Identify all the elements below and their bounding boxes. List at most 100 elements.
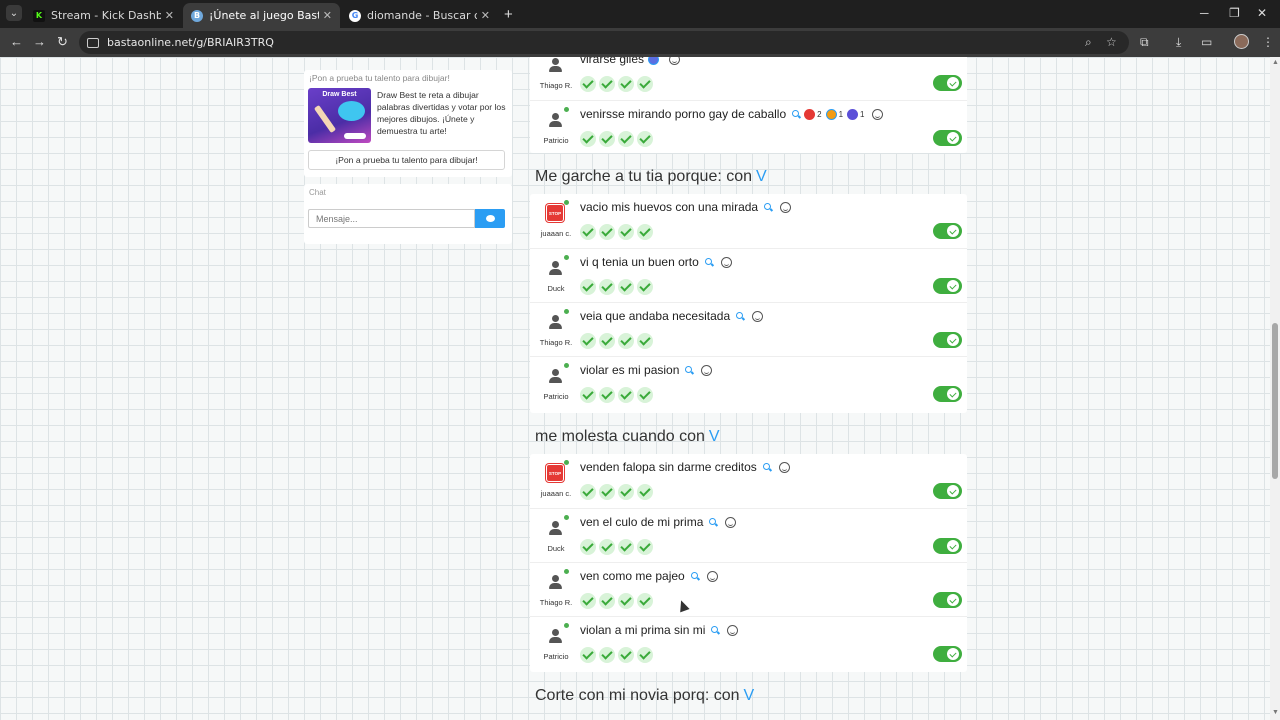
reaction-thumbs-up[interactable]: 1 — [847, 108, 864, 120]
tab-google-search[interactable]: G diomande - Buscar con Google ✕ — [341, 3, 498, 28]
online-indicator — [564, 623, 569, 628]
tab-search-button[interactable]: ⌄ — [6, 5, 22, 21]
profile-avatar[interactable] — [1234, 34, 1249, 49]
username: Patricio — [543, 652, 569, 661]
approve-toggle[interactable] — [933, 75, 962, 91]
approve-toggle[interactable] — [933, 592, 962, 608]
close-tab-icon[interactable]: ✕ — [165, 9, 174, 22]
add-reaction-icon[interactable] — [780, 201, 792, 213]
cast-icon[interactable]: ▭ — [1201, 35, 1212, 49]
add-reaction-icon[interactable] — [706, 570, 718, 582]
heart-icon — [804, 108, 816, 120]
close-tab-icon[interactable]: ✕ — [323, 9, 332, 22]
add-reaction-icon[interactable] — [720, 256, 732, 268]
search-icon[interactable] — [690, 572, 699, 580]
category-heading: me molesta cuando con V — [535, 428, 720, 446]
category-letter: V — [743, 687, 755, 704]
answer-text: ven el culo de mi prima — [580, 515, 704, 529]
check-icon — [580, 76, 596, 92]
answer-text-line: venirsse mirando porno gay de caballo 2 … — [580, 107, 884, 121]
reaction-count: 2 — [817, 109, 822, 119]
user-avatar — [546, 259, 564, 277]
search-icon[interactable] — [764, 203, 772, 211]
approve-toggle[interactable] — [933, 278, 962, 294]
search-icon[interactable] — [711, 626, 719, 634]
check-icon — [637, 224, 653, 240]
add-reaction-icon[interactable] — [701, 364, 713, 376]
add-reaction-icon[interactable] — [778, 461, 790, 473]
reaction-heart[interactable]: 2 — [804, 108, 822, 120]
approve-toggle[interactable] — [933, 646, 962, 662]
approve-toggle[interactable] — [933, 538, 962, 554]
check-icon — [580, 131, 596, 147]
reaction-badge[interactable] — [648, 57, 661, 65]
zoom-icon[interactable]: ⌕ — [1085, 35, 1092, 50]
approve-toggle[interactable] — [933, 332, 962, 348]
vote-checks — [580, 131, 656, 147]
check-icon — [618, 224, 634, 240]
page-scrollbar[interactable]: ▲ ▼ — [1270, 57, 1280, 720]
add-reaction-icon[interactable] — [727, 624, 739, 636]
vote-checks — [580, 279, 656, 295]
restore-icon[interactable]: ❐ — [1229, 6, 1240, 20]
tab-title: diomande - Buscar con Google — [367, 9, 477, 22]
reaction-angry[interactable]: 1 — [825, 108, 843, 120]
add-reaction-icon[interactable] — [669, 57, 681, 65]
scrollbar-thumb[interactable] — [1272, 323, 1278, 479]
new-tab-button[interactable]: + — [504, 6, 513, 23]
site-info-icon[interactable] — [87, 37, 99, 48]
check-icon — [618, 387, 634, 403]
bookmark-star-icon[interactable]: ☆ — [1106, 35, 1117, 49]
search-icon[interactable] — [792, 110, 800, 118]
tab-kick-dashboard[interactable]: K Stream - Kick Dashboard ✕ — [25, 3, 182, 28]
vote-checks — [580, 647, 656, 663]
search-icon[interactable] — [704, 258, 713, 266]
menu-icon[interactable]: ⋮ — [1262, 35, 1274, 49]
chat-send-button[interactable] — [475, 209, 505, 228]
close-window-icon[interactable]: ✕ — [1257, 6, 1267, 20]
back-icon[interactable]: ← — [10, 34, 23, 49]
search-icon[interactable] — [762, 463, 771, 471]
username: Duck — [547, 544, 565, 553]
close-tab-icon[interactable]: ✕ — [481, 9, 490, 22]
answer-text-line: veia que andaba necesitada — [580, 309, 764, 323]
user-avatar — [546, 57, 564, 74]
forward-icon[interactable]: → — [33, 34, 46, 49]
scroll-down-icon[interactable]: ▼ — [1272, 709, 1279, 716]
draw-best-image[interactable]: Draw Best — [308, 88, 371, 143]
check-icon — [580, 224, 596, 240]
search-icon[interactable] — [709, 518, 717, 526]
answer-text: veia que andaba necesitada — [580, 309, 731, 323]
reload-icon[interactable]: ↻ — [57, 34, 68, 50]
minimize-icon[interactable]: ─ — [1200, 6, 1209, 20]
add-reaction-icon[interactable] — [725, 516, 737, 528]
approve-toggle[interactable] — [933, 223, 962, 239]
vote-checks — [580, 484, 656, 500]
answer-text: violar es mi pasion — [580, 363, 680, 377]
category-title: Corte con mi novia porq: con — [535, 687, 740, 704]
vote-checks — [580, 539, 656, 555]
extensions-icon[interactable]: ⧉ — [1140, 35, 1149, 50]
check-icon — [637, 647, 653, 663]
tab-basta[interactable]: B ¡Únete al juego Basta! ✕ — [183, 3, 340, 28]
category-title: me molesta cuando con — [535, 428, 705, 445]
answer-row: Duck ven el culo de mi prima — [530, 508, 967, 562]
approve-toggle[interactable] — [933, 130, 962, 146]
approve-toggle[interactable] — [933, 483, 962, 499]
add-reaction-icon[interactable] — [872, 108, 884, 120]
chat-message-input[interactable]: Mensaje... — [308, 209, 475, 228]
search-icon[interactable] — [685, 366, 693, 374]
promo-button[interactable]: ¡Pon a prueba tu talento para dibujar! — [308, 150, 505, 170]
download-icon[interactable]: ⤓ — [1176, 35, 1181, 50]
approve-toggle[interactable] — [933, 386, 962, 402]
answer-row: STOP juaaan c. vacio mis huevos con una … — [530, 194, 967, 248]
add-reaction-icon[interactable] — [752, 310, 764, 322]
search-icon[interactable] — [736, 312, 744, 320]
check-icon — [618, 647, 634, 663]
check-icon — [599, 484, 615, 500]
address-bar[interactable]: bastaonline.net/g/BRIAIR3TRQ ⌕ ☆ — [79, 31, 1129, 54]
paintbrush-graphic — [313, 104, 337, 134]
page-content: ¡Pon a prueba tu talento para dibujar! D… — [0, 57, 1270, 720]
scroll-up-icon[interactable]: ▲ — [1272, 59, 1279, 66]
vote-checks — [580, 333, 656, 349]
